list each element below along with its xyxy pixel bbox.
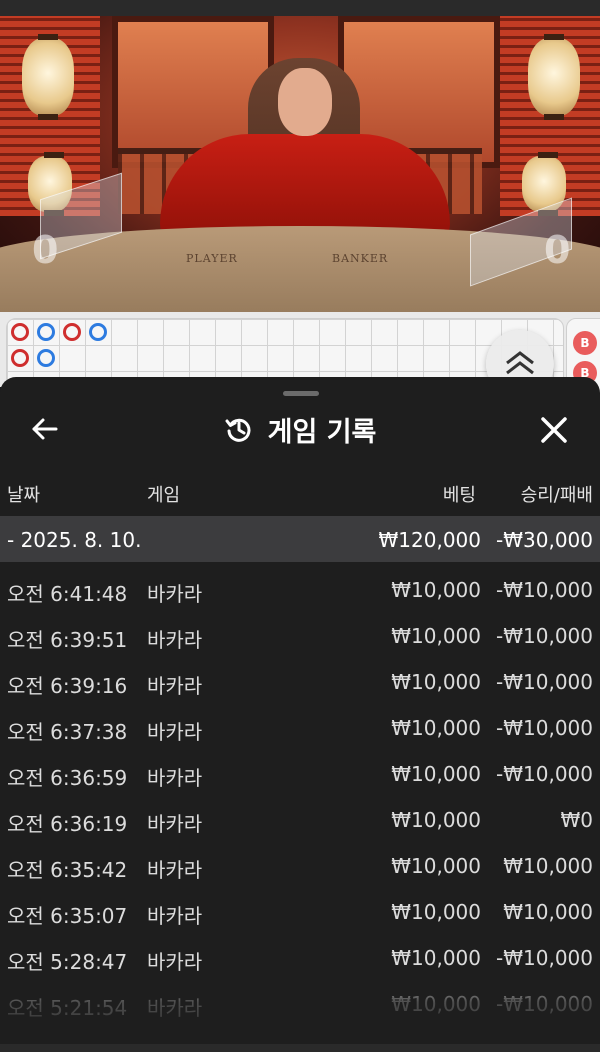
sheet-title: 게임 기록	[267, 416, 377, 448]
history-row[interactable]: 오전 6:41:48 바카라 ₩10,000 -₩10,000	[0, 566, 600, 612]
lantern-icon	[22, 34, 74, 120]
bead-blue	[89, 323, 107, 341]
sheet-drag-handle[interactable]	[283, 391, 319, 396]
summary-date: - 2025. 8. 10.	[7, 528, 142, 552]
row-time: 오전 6:37:38	[7, 720, 128, 744]
row-time: 오전 5:28:47	[7, 950, 128, 974]
row-time: 오전 6:36:59	[7, 766, 128, 790]
row-bet: ₩10,000	[391, 946, 481, 970]
row-result: ₩10,000	[503, 900, 593, 924]
row-bet: ₩10,000	[391, 716, 481, 740]
history-row[interactable]: 오전 5:21:54 바카라 ₩10,000 -₩10,000	[0, 980, 600, 1026]
date-summary-row[interactable]: - 2025. 8. 10. ₩120,000 -₩30,000	[0, 516, 600, 562]
summary-bet: ₩120,000	[378, 528, 481, 552]
history-row[interactable]: 오전 6:36:59 바카라 ₩10,000 -₩10,000	[0, 750, 600, 796]
row-game: 바카라	[147, 674, 203, 698]
row-result: ₩10,000	[503, 854, 593, 878]
col-header-date: 날짜	[7, 485, 41, 506]
row-game: 바카라	[147, 858, 203, 882]
summary-result: -₩30,000	[496, 528, 593, 552]
row-bet: ₩10,000	[391, 854, 481, 878]
close-icon	[541, 417, 567, 443]
col-header-bet: 베팅	[442, 485, 476, 506]
history-row[interactable]: 오전 6:39:51 바카라 ₩10,000 -₩10,000	[0, 612, 600, 658]
history-row[interactable]: 오전 6:36:19 바카라 ₩10,000 ₩0	[0, 796, 600, 842]
row-game: 바카라	[147, 766, 203, 790]
bead-blue	[37, 323, 55, 341]
col-header-game: 게임	[147, 485, 181, 506]
row-time: 오전 6:35:42	[7, 858, 128, 882]
row-bet: ₩10,000	[391, 992, 481, 1016]
bead-red	[11, 349, 29, 367]
lantern-icon	[528, 34, 580, 120]
bottom-bar	[0, 1044, 600, 1052]
dealer-face	[278, 68, 332, 136]
row-bet: ₩10,000	[391, 900, 481, 924]
history-icon	[225, 418, 251, 442]
row-time: 오전 6:39:16	[7, 674, 128, 698]
row-result: -₩10,000	[496, 946, 593, 970]
row-result: -₩10,000	[496, 624, 593, 648]
row-game: 바카라	[147, 582, 203, 606]
row-result: -₩10,000	[496, 762, 593, 786]
history-row[interactable]: 오전 6:39:16 바카라 ₩10,000 -₩10,000	[0, 658, 600, 704]
history-row[interactable]: 오전 6:35:42 바카라 ₩10,000 ₩10,000	[0, 842, 600, 888]
row-game: 바카라	[147, 720, 203, 744]
player-score: 0	[32, 228, 59, 272]
row-bet: ₩10,000	[391, 624, 481, 648]
row-game: 바카라	[147, 996, 203, 1020]
row-time: 오전 6:39:51	[7, 628, 128, 652]
close-button[interactable]	[534, 411, 574, 451]
row-result: -₩10,000	[496, 716, 593, 740]
row-bet: ₩10,000	[391, 762, 481, 786]
row-time: 오전 5:21:54	[7, 996, 128, 1020]
col-header-result: 승리/패배	[520, 485, 593, 506]
row-result: -₩10,000	[496, 992, 593, 1016]
banker-score: 0	[544, 228, 571, 272]
row-bet: ₩10,000	[391, 808, 481, 832]
history-column-headers: 날짜 게임 베팅 승리/패배	[0, 481, 600, 507]
row-game: 바카라	[147, 812, 203, 836]
history-row[interactable]: 오전 6:35:07 바카라 ₩10,000 ₩10,000	[0, 888, 600, 934]
bead-red	[63, 323, 81, 341]
row-time: 오전 6:35:07	[7, 904, 128, 928]
row-time: 오전 6:36:19	[7, 812, 128, 836]
bead-red	[11, 323, 29, 341]
player-table-label: PLAYER	[186, 252, 238, 265]
banker-dot: B	[573, 331, 597, 355]
live-dealer-video: PLAYER BANKER 0 0	[0, 16, 600, 312]
row-time: 오전 6:41:48	[7, 582, 128, 606]
game-history-sheet: 게임 기록 날짜 게임 베팅 승리/패배 - 2025. 8. 10. ₩120…	[0, 377, 600, 1052]
row-game: 바카라	[147, 950, 203, 974]
banker-table-label: BANKER	[332, 252, 389, 265]
row-game: 바카라	[147, 628, 203, 652]
row-result: -₩10,000	[496, 578, 593, 602]
sheet-header: 게임 기록	[0, 409, 600, 449]
top-status-strip	[0, 0, 600, 16]
row-result: -₩10,000	[496, 670, 593, 694]
history-row[interactable]: 오전 5:28:47 바카라 ₩10,000 -₩10,000	[0, 934, 600, 980]
history-row[interactable]: 오전 6:37:38 바카라 ₩10,000 -₩10,000	[0, 704, 600, 750]
row-game: 바카라	[147, 904, 203, 928]
row-bet: ₩10,000	[391, 578, 481, 602]
row-result: ₩0	[560, 808, 594, 832]
bead-blue	[37, 349, 55, 367]
row-bet: ₩10,000	[391, 670, 481, 694]
